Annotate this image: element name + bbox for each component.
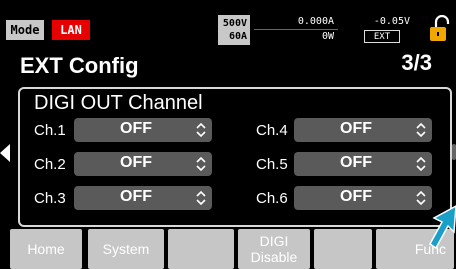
rating-voltage: 500V bbox=[222, 18, 247, 29]
channel-5-select[interactable]: OFF bbox=[294, 152, 432, 176]
mode-indicator[interactable]: Mode bbox=[6, 20, 44, 40]
current-limit-line bbox=[254, 29, 338, 30]
channel-label: Ch.5 bbox=[256, 156, 288, 173]
channel-2-select[interactable]: OFF bbox=[74, 152, 212, 176]
channel-value: OFF bbox=[120, 188, 152, 205]
up-down-chevron-icon bbox=[416, 190, 426, 206]
up-down-chevron-icon bbox=[196, 122, 206, 138]
system-button[interactable]: System bbox=[88, 229, 164, 269]
measured-current: 0.000A bbox=[297, 16, 334, 27]
status-bar: Mode LAN 500V 60A 0.000A 0W -0.05V EXT bbox=[0, 0, 456, 50]
channel-4-select[interactable]: OFF bbox=[294, 118, 432, 142]
panel-title: DIGI OUT Channel bbox=[34, 92, 203, 114]
up-down-chevron-icon bbox=[416, 156, 426, 172]
page-title: EXT Config bbox=[20, 53, 139, 78]
channel-value: OFF bbox=[120, 154, 152, 171]
empty-function-key[interactable] bbox=[314, 229, 372, 269]
channel-value: OFF bbox=[340, 154, 372, 171]
up-down-chevron-icon bbox=[416, 122, 426, 138]
channel-label: Ch.1 bbox=[34, 122, 66, 139]
control-source-badge: EXT bbox=[364, 30, 400, 43]
rating-current: 60A bbox=[228, 31, 247, 42]
channel-label: Ch.6 bbox=[256, 190, 288, 207]
page-indicator: 3/3 bbox=[401, 50, 432, 75]
channel-label: Ch.3 bbox=[34, 190, 66, 207]
channel-value: OFF bbox=[120, 120, 152, 137]
digi-disable-line1: DIGI bbox=[259, 233, 289, 249]
unlock-icon[interactable] bbox=[428, 14, 452, 43]
up-down-chevron-icon bbox=[196, 190, 206, 206]
channel-value: OFF bbox=[340, 120, 372, 137]
measured-power: 0W bbox=[321, 31, 334, 42]
channel-3-select[interactable]: OFF bbox=[74, 186, 212, 210]
channel-1-select[interactable]: OFF bbox=[74, 118, 212, 142]
channel-label: Ch.2 bbox=[34, 156, 66, 173]
pointer-arrow-icon bbox=[429, 205, 456, 250]
digi-disable-button[interactable]: DIGI Disable bbox=[238, 229, 310, 269]
digi-disable-line2: Disable bbox=[250, 249, 298, 265]
home-button[interactable]: Home bbox=[10, 229, 82, 269]
up-down-chevron-icon bbox=[196, 156, 206, 172]
channel-6-select[interactable]: OFF bbox=[294, 186, 432, 210]
left-arrow-icon[interactable] bbox=[0, 144, 10, 162]
empty-function-key[interactable] bbox=[168, 229, 234, 269]
channel-label: Ch.4 bbox=[256, 122, 288, 139]
interface-indicator[interactable]: LAN bbox=[52, 20, 90, 40]
right-scroll-tab[interactable] bbox=[452, 144, 456, 160]
digi-out-channel-panel: DIGI OUT Channel Ch.1 OFF Ch.2 OFF Ch.3 … bbox=[18, 87, 452, 227]
measured-voltage: -0.05V bbox=[373, 16, 410, 27]
rating-display: 500V 60A bbox=[218, 15, 250, 45]
channel-value: OFF bbox=[340, 188, 372, 205]
function-bar: Home System DIGI Disable Func bbox=[0, 229, 456, 269]
